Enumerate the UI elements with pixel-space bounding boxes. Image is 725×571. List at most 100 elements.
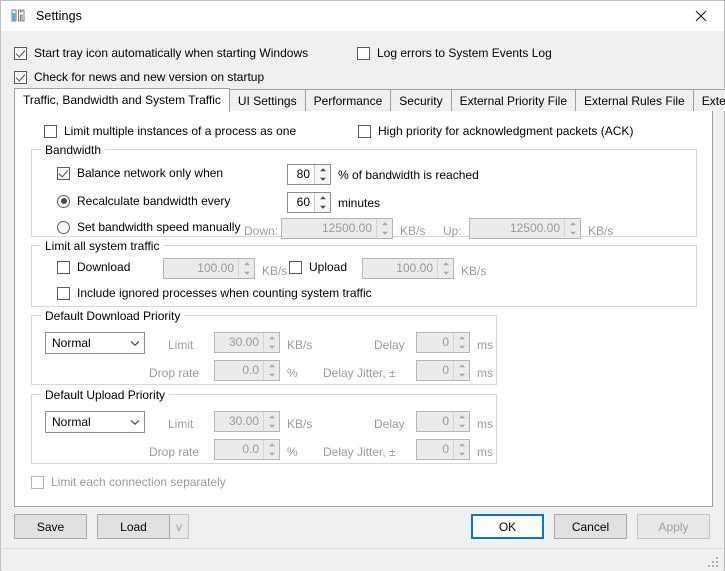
spinner-down-icon[interactable] [264, 422, 279, 432]
recalculate-bandwidth-radio[interactable] [57, 194, 70, 208]
spinner-down-icon[interactable] [454, 422, 469, 432]
system-download-value[interactable]: 100.00 [164, 259, 238, 278]
spinner-up-icon[interactable] [239, 259, 254, 269]
spinner-down-icon[interactable] [239, 269, 254, 279]
balance-network-checkbox[interactable] [57, 166, 70, 180]
spinner-down-icon[interactable] [565, 229, 580, 239]
download-drop-rate-arrows[interactable] [263, 361, 279, 380]
limit-multiple-instances-row[interactable]: Limit multiple instances of a process as… [44, 124, 296, 138]
download-drop-rate-field[interactable]: 0.0 [214, 360, 280, 381]
tab-security[interactable]: Security [390, 89, 452, 111]
resize-grip[interactable] [708, 557, 720, 569]
down-speed-arrows[interactable] [376, 219, 392, 238]
upload-priority-select[interactable]: Normal [45, 411, 145, 433]
download-limit-field[interactable]: 30.00 [214, 332, 280, 353]
spinner-up-icon[interactable] [454, 412, 469, 422]
manual-bandwidth-row[interactable]: Set bandwidth speed manually [57, 220, 240, 234]
log-errors-row[interactable]: Log errors to System Events Log [357, 46, 552, 60]
tab-traffic-bandwidth-system-traffic[interactable]: Traffic, Bandwidth and System Traffic [14, 88, 230, 112]
spinner-down-icon[interactable] [264, 343, 279, 353]
up-speed-value[interactable]: 12500.00 [470, 219, 564, 238]
system-download-row[interactable]: Download [57, 260, 130, 274]
upload-drop-rate-value[interactable]: 0.0 [215, 440, 263, 459]
spinner-down-icon[interactable] [377, 229, 392, 239]
spinner-up-icon[interactable] [377, 219, 392, 229]
download-delay-jitter-value[interactable]: 0 [417, 361, 453, 380]
include-ignored-row[interactable]: Include ignored processes when counting … [57, 286, 372, 300]
balance-threshold-arrows[interactable] [314, 165, 330, 184]
up-speed-arrows[interactable] [564, 219, 580, 238]
system-download-field[interactable]: 100.00 [163, 258, 255, 279]
upload-delay-jitter-field[interactable]: 0 [416, 439, 470, 460]
manual-bandwidth-radio[interactable] [57, 220, 70, 234]
balance-network-row[interactable]: Balance network only when [57, 166, 223, 180]
tab-external-filters-file[interactable]: External Filters File [692, 89, 725, 111]
tab-performance[interactable]: Performance [304, 89, 392, 111]
start-tray-icon-row[interactable]: Start tray icon automatically when start… [14, 46, 308, 60]
recalculate-interval-value[interactable]: 60 [288, 193, 314, 212]
spinner-up-icon[interactable] [454, 440, 469, 450]
download-limit-arrows[interactable] [263, 333, 279, 352]
download-delay-value[interactable]: 0 [417, 333, 453, 352]
download-delay-field[interactable]: 0 [416, 332, 470, 353]
high-priority-ack-checkbox[interactable] [358, 124, 371, 138]
apply-button[interactable]: Apply [637, 514, 710, 539]
upload-delay-arrows[interactable] [453, 412, 469, 431]
spinner-up-icon[interactable] [264, 333, 279, 343]
start-tray-icon-checkbox[interactable] [14, 46, 27, 60]
system-upload-value[interactable]: 100.00 [363, 259, 437, 278]
upload-limit-arrows[interactable] [263, 412, 279, 431]
download-delay-jitter-field[interactable]: 0 [416, 360, 470, 381]
tab-external-priority-file[interactable]: External Priority File [450, 89, 577, 111]
spinner-up-icon[interactable] [565, 219, 580, 229]
limit-each-connection-checkbox[interactable] [31, 475, 44, 489]
spinner-up-icon[interactable] [454, 361, 469, 371]
spinner-up-icon[interactable] [315, 193, 330, 203]
balance-threshold-spinner[interactable]: 80 [287, 164, 331, 185]
limit-each-connection-row[interactable]: Limit each connection separately [31, 475, 226, 489]
spinner-up-icon[interactable] [438, 259, 453, 269]
down-speed-field[interactable]: 12500.00 [281, 218, 393, 239]
upload-drop-rate-arrows[interactable] [263, 440, 279, 459]
download-drop-rate-value[interactable]: 0.0 [215, 361, 263, 380]
spinner-up-icon[interactable] [264, 412, 279, 422]
high-priority-ack-row[interactable]: High priority for acknowledgment packets… [358, 124, 633, 138]
chevron-down-icon[interactable] [126, 419, 144, 426]
system-upload-row[interactable]: Upload [289, 260, 347, 274]
system-upload-field[interactable]: 100.00 [362, 258, 454, 279]
upload-limit-value[interactable]: 30.00 [215, 412, 263, 431]
spinner-up-icon[interactable] [454, 333, 469, 343]
upload-drop-rate-field[interactable]: 0.0 [214, 439, 280, 460]
load-dropdown-button[interactable]: v [170, 514, 189, 539]
spinner-down-icon[interactable] [315, 203, 330, 213]
upload-delay-jitter-arrows[interactable] [453, 440, 469, 459]
spinner-up-icon[interactable] [264, 361, 279, 371]
cancel-button[interactable]: Cancel [554, 514, 627, 539]
spinner-down-icon[interactable] [315, 175, 330, 185]
spinner-down-icon[interactable] [454, 450, 469, 460]
recalculate-interval-spinner[interactable]: 60 [287, 192, 331, 213]
recalculate-bandwidth-row[interactable]: Recalculate bandwidth every [57, 194, 230, 208]
upload-delay-field[interactable]: 0 [416, 411, 470, 432]
chevron-down-icon[interactable] [126, 340, 144, 347]
download-limit-value[interactable]: 30.00 [215, 333, 263, 352]
upload-delay-value[interactable]: 0 [417, 412, 453, 431]
load-button[interactable]: Load [97, 514, 170, 539]
spinner-down-icon[interactable] [454, 371, 469, 381]
spinner-down-icon[interactable] [264, 450, 279, 460]
up-speed-field[interactable]: 12500.00 [469, 218, 581, 239]
download-delay-arrows[interactable] [453, 333, 469, 352]
check-news-row[interactable]: Check for news and new version on startu… [14, 70, 264, 84]
upload-limit-field[interactable]: 30.00 [214, 411, 280, 432]
save-button[interactable]: Save [14, 514, 87, 539]
download-priority-select[interactable]: Normal [45, 332, 145, 354]
system-download-arrows[interactable] [238, 259, 254, 278]
system-upload-checkbox[interactable] [289, 260, 302, 274]
log-errors-checkbox[interactable] [357, 46, 370, 60]
include-ignored-checkbox[interactable] [57, 286, 70, 300]
system-upload-arrows[interactable] [437, 259, 453, 278]
recalculate-interval-arrows[interactable] [314, 193, 330, 212]
spinner-down-icon[interactable] [264, 371, 279, 381]
limit-multiple-instances-checkbox[interactable] [44, 124, 57, 138]
ok-button[interactable]: OK [471, 514, 544, 539]
